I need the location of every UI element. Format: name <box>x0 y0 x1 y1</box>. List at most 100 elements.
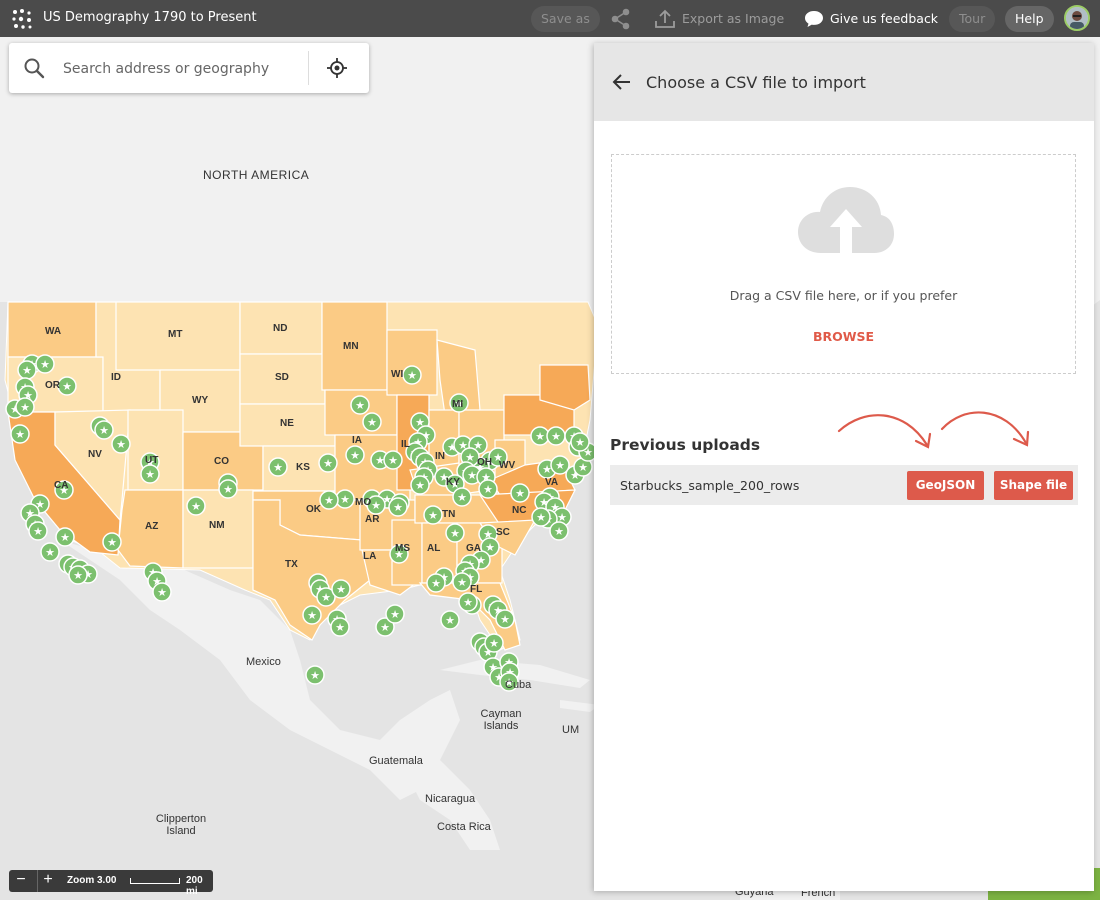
star-marker-icon[interactable]: ★ <box>152 582 172 602</box>
star-marker-icon[interactable]: ★ <box>452 487 472 507</box>
svg-text:★: ★ <box>515 487 525 500</box>
label-cuba: Cuba <box>505 679 532 691</box>
csv-dropzone[interactable]: Drag a CSV file here, or if you prefer B… <box>611 154 1076 374</box>
star-marker-icon[interactable]: ★ <box>305 665 325 685</box>
star-marker-icon[interactable]: ★ <box>546 426 566 446</box>
star-marker-icon[interactable]: ★ <box>28 521 48 541</box>
star-marker-icon[interactable]: ★ <box>345 445 365 465</box>
state-label-tn: TN <box>442 509 456 520</box>
search-icon[interactable] <box>23 57 45 79</box>
svg-text:★: ★ <box>428 509 438 522</box>
star-marker-icon[interactable]: ★ <box>484 633 504 653</box>
svg-text:★: ★ <box>457 491 467 504</box>
svg-text:★: ★ <box>390 608 400 621</box>
import-panel: Choose a CSV file to import Drag a CSV f… <box>594 43 1094 891</box>
label-cayman-islands: Cayman Islands <box>480 708 522 732</box>
star-marker-icon[interactable]: ★ <box>350 395 370 415</box>
state-label-nv: NV <box>88 449 102 460</box>
star-marker-icon[interactable]: ★ <box>68 565 88 585</box>
app-title[interactable]: US Demography 1790 to Present <box>43 10 257 25</box>
star-marker-icon[interactable]: ★ <box>331 579 351 599</box>
star-marker-icon[interactable]: ★ <box>458 592 478 612</box>
svg-text:★: ★ <box>536 511 546 524</box>
feedback-button[interactable]: Give us feedback <box>804 6 948 32</box>
search-input[interactable] <box>61 53 305 85</box>
star-marker-icon[interactable]: ★ <box>362 412 382 432</box>
svg-text:★: ★ <box>500 613 510 626</box>
star-marker-icon[interactable]: ★ <box>410 475 430 495</box>
panel-title: Choose a CSV file to import <box>646 73 866 92</box>
tour-button[interactable]: Tour <box>949 6 996 32</box>
star-marker-icon[interactable]: ★ <box>426 573 446 593</box>
svg-text:★: ★ <box>555 459 565 472</box>
state-label-tx: TX <box>285 559 298 570</box>
star-marker-icon[interactable]: ★ <box>17 360 37 380</box>
star-marker-icon[interactable]: ★ <box>570 432 590 452</box>
label-guatemala: Guatemala <box>369 755 423 767</box>
user-avatar[interactable] <box>1064 5 1090 31</box>
zoom-out-button[interactable]: − <box>11 870 31 892</box>
shape-file-button[interactable]: Shape file <box>994 471 1073 500</box>
star-marker-icon[interactable]: ★ <box>385 604 405 624</box>
app-logo-icon[interactable] <box>11 8 33 30</box>
state-label-co: CO <box>214 456 229 467</box>
label-north-america: NORTH AMERICA <box>203 168 310 182</box>
star-marker-icon[interactable]: ★ <box>549 521 569 541</box>
label-costa-rica: Costa Rica <box>437 821 491 833</box>
share-button[interactable] <box>609 7 633 31</box>
star-marker-icon[interactable]: ★ <box>57 376 77 396</box>
star-marker-icon[interactable]: ★ <box>186 496 206 516</box>
svg-text:★: ★ <box>40 358 50 371</box>
star-marker-icon[interactable]: ★ <box>330 617 350 637</box>
star-marker-icon[interactable]: ★ <box>40 542 60 562</box>
star-marker-icon[interactable]: ★ <box>102 532 122 552</box>
help-button[interactable]: Help <box>1005 6 1054 32</box>
state-label-ut: UT <box>145 455 159 466</box>
svg-text:★: ★ <box>457 576 467 589</box>
top-bar: US Demography 1790 to Present Save as Ex… <box>0 0 1100 37</box>
star-marker-icon[interactable]: ★ <box>35 354 55 374</box>
star-marker-icon[interactable]: ★ <box>335 489 355 509</box>
scale-bar <box>130 878 180 884</box>
star-marker-icon[interactable]: ★ <box>445 523 465 543</box>
svg-text:★: ★ <box>15 428 25 441</box>
star-marker-icon[interactable]: ★ <box>55 527 75 547</box>
star-marker-icon[interactable]: ★ <box>318 453 338 473</box>
star-marker-icon[interactable]: ★ <box>15 397 35 417</box>
star-marker-icon[interactable]: ★ <box>531 507 551 527</box>
star-marker-icon[interactable]: ★ <box>302 605 322 625</box>
state-label-in: IN <box>435 451 445 462</box>
star-marker-icon[interactable]: ★ <box>319 490 339 510</box>
star-marker-icon[interactable]: ★ <box>440 610 460 630</box>
star-marker-icon[interactable]: ★ <box>140 464 160 484</box>
state-label-oh: OH <box>477 457 492 468</box>
save-as-button[interactable]: Save as <box>531 6 600 32</box>
star-marker-icon[interactable]: ★ <box>10 424 30 444</box>
browse-link[interactable]: BROWSE <box>612 329 1075 344</box>
star-marker-icon[interactable]: ★ <box>218 479 238 499</box>
star-marker-icon[interactable]: ★ <box>402 365 422 385</box>
star-marker-icon[interactable]: ★ <box>423 505 443 525</box>
svg-text:★: ★ <box>415 479 425 492</box>
export-image-button[interactable]: Export as Image <box>654 6 794 32</box>
back-arrow-icon[interactable] <box>612 73 632 91</box>
geojson-button[interactable]: GeoJSON <box>907 471 984 500</box>
star-marker-icon[interactable]: ★ <box>478 479 498 499</box>
star-marker-icon[interactable]: ★ <box>388 497 408 517</box>
locate-crosshair-icon[interactable] <box>327 58 347 78</box>
star-marker-icon[interactable]: ★ <box>495 609 515 629</box>
zoom-in-button[interactable]: + <box>37 870 58 892</box>
label-mexico: Mexico <box>246 656 281 668</box>
star-marker-icon[interactable]: ★ <box>510 483 530 503</box>
star-marker-icon[interactable]: ★ <box>268 457 288 477</box>
svg-text:★: ★ <box>535 430 545 443</box>
share-icon <box>611 8 630 30</box>
previous-uploads-heading: Previous uploads <box>610 436 761 454</box>
upload-row: Starbucks_sample_200_rows GeoJSON Shape … <box>610 465 1078 505</box>
state-label-mi: MI <box>452 399 464 410</box>
state-label-la: LA <box>363 551 377 562</box>
star-marker-icon[interactable]: ★ <box>111 434 131 454</box>
star-marker-icon[interactable]: ★ <box>452 572 472 592</box>
star-marker-icon[interactable]: ★ <box>383 450 403 470</box>
star-marker-icon[interactable]: ★ <box>94 420 114 440</box>
